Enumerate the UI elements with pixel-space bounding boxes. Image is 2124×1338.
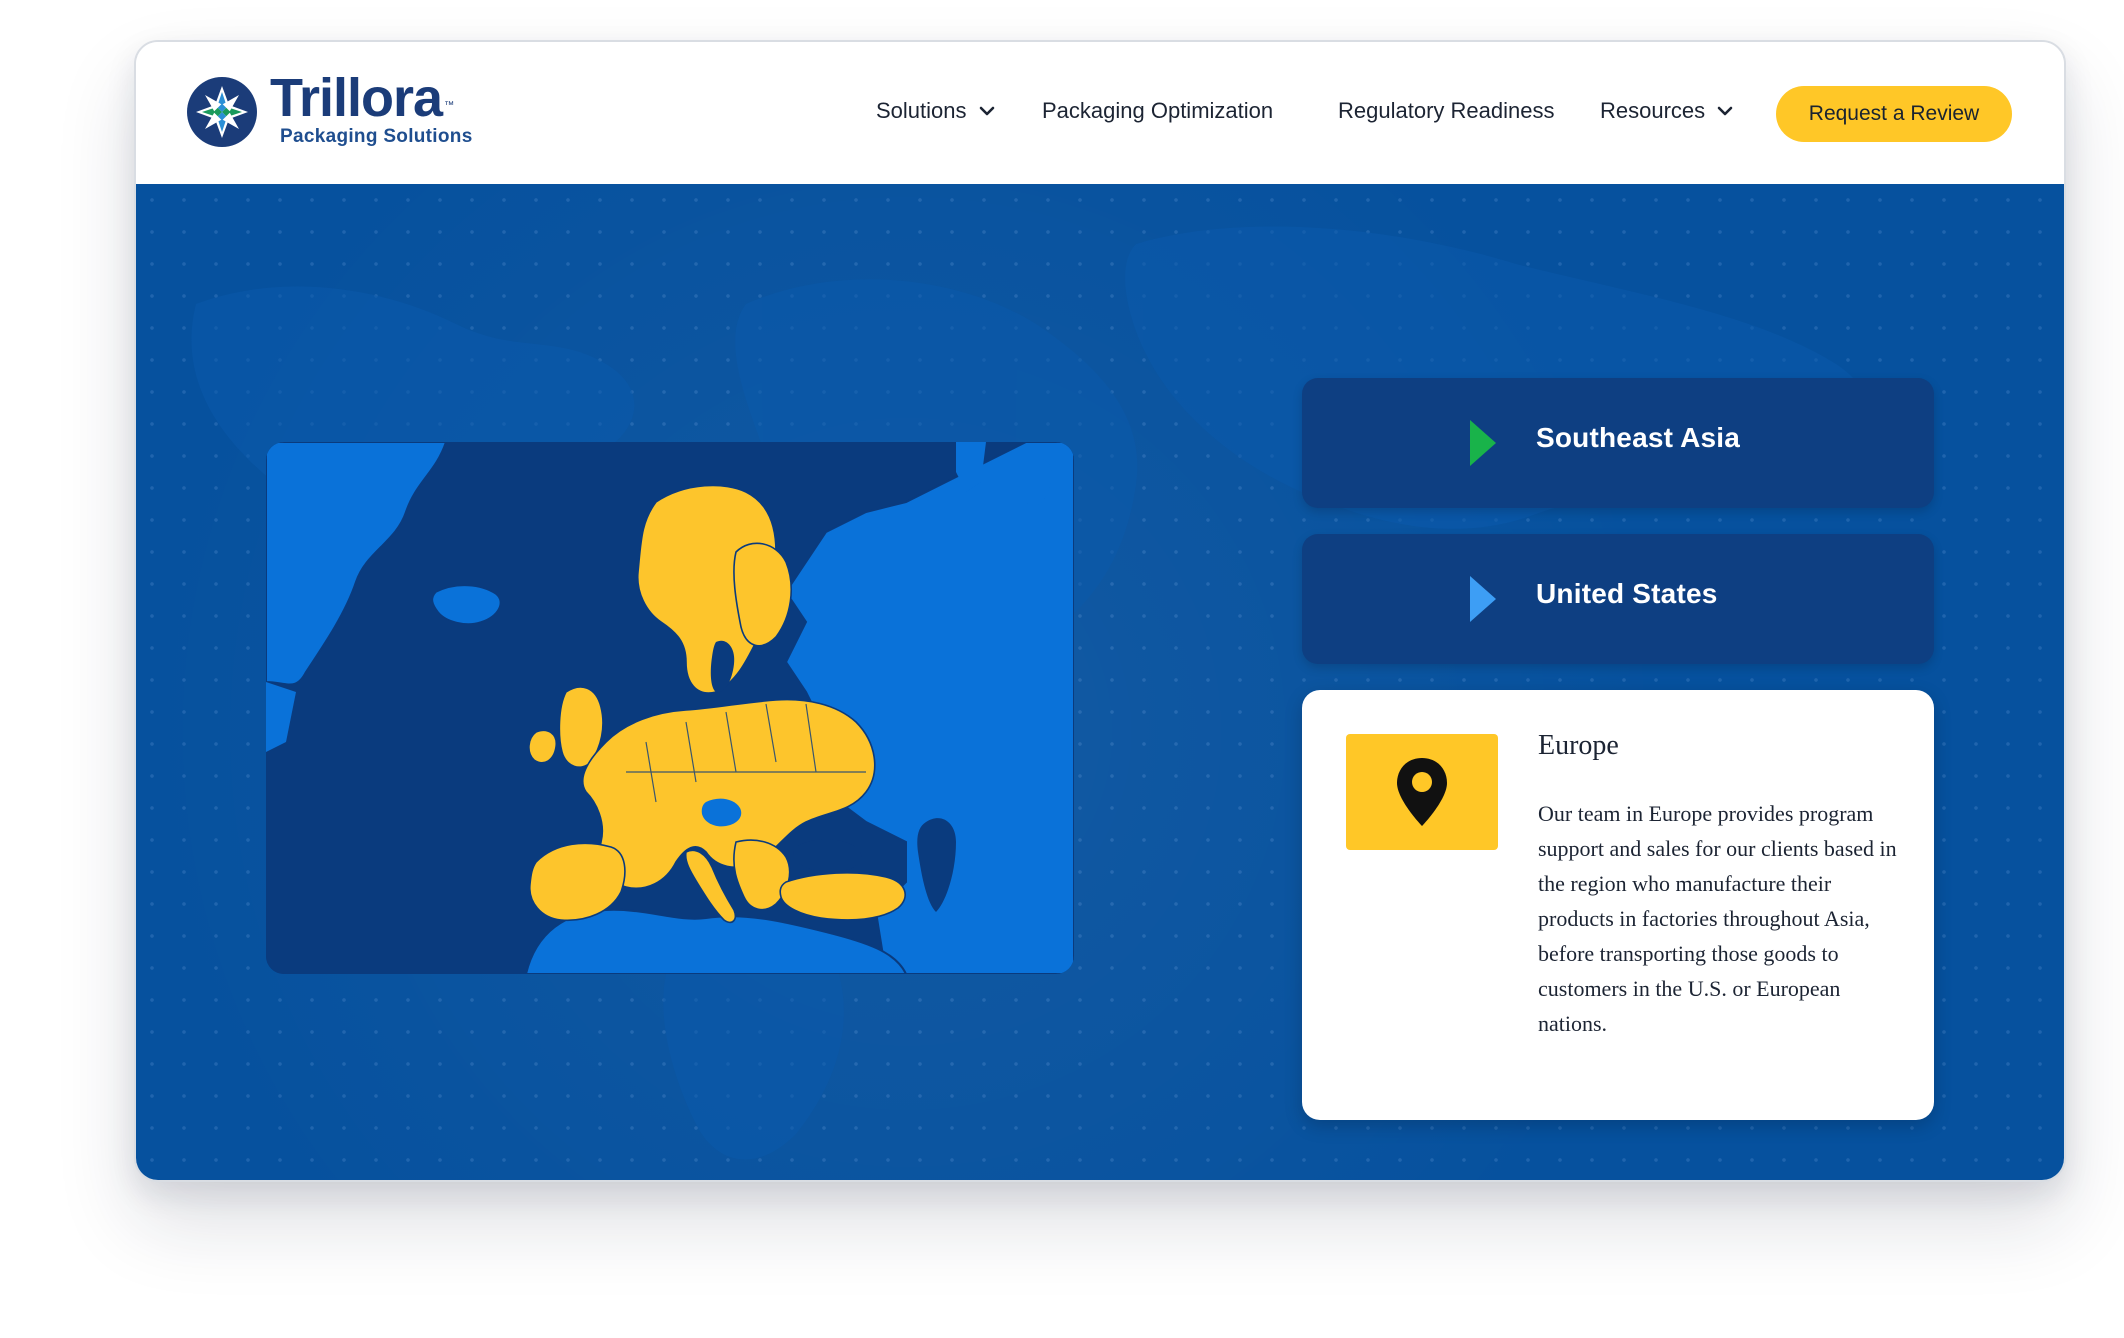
nav-solutions-label: Solutions — [876, 98, 967, 123]
chevron-down-icon — [979, 106, 994, 116]
region-tab-label: Southeast Asia — [1536, 422, 1741, 453]
star-logo-icon — [187, 77, 257, 147]
region-description: Our team in Europe provides program supp… — [1538, 801, 1897, 1036]
browser-window: Trillora ™ Packaging Solutions Solutions … — [134, 40, 2066, 1182]
chevron-down-icon — [1717, 106, 1733, 116]
brand-name: Trillora ™ — [270, 68, 455, 128]
region-card-europe: Europe Our team in Europe provides progr… — [1302, 690, 1934, 1120]
region-tab-united-states[interactable]: United States — [1302, 534, 1934, 664]
page-stage: Trillora ™ Packaging Solutions Solutions … — [0, 0, 2124, 1338]
brand-tagline: Packaging Solutions — [280, 126, 473, 147]
nav-resources-label: Resources — [1600, 98, 1706, 123]
triangle-right-icon — [1470, 420, 1496, 466]
brand-logo[interactable]: Trillora ™ Packaging Solutions — [186, 68, 486, 152]
region-tab-southeast-asia[interactable]: Southeast Asia — [1302, 378, 1934, 508]
regions-section: Southeast Asia United States Europe Our … — [136, 184, 2064, 1180]
map-pin-icon — [1397, 758, 1447, 826]
request-review-button[interactable]: Request a Review — [1776, 86, 2012, 142]
nav-packaging-label: Packaging Optimization — [1042, 98, 1274, 123]
europe-map-graphic — [266, 442, 1074, 974]
region-tab-label: United States — [1536, 578, 1718, 609]
location-icon-box — [1346, 734, 1498, 850]
nav-resources[interactable]: Resources — [1600, 98, 1735, 124]
europe-map[interactable] — [266, 442, 1074, 974]
nav-regulatory-label: Regulatory Readiness — [1338, 98, 1555, 123]
nav-regulatory-readiness[interactable]: Regulatory Readiness — [1338, 98, 1554, 124]
site-header: Trillora ™ Packaging Solutions Solutions … — [136, 42, 2064, 184]
region-title: Europe — [1538, 730, 1619, 761]
triangle-right-icon — [1470, 576, 1496, 622]
nav-packaging-optimization[interactable]: Packaging Optimization — [1042, 98, 1273, 124]
nav-solutions[interactable]: Solutions — [876, 98, 997, 124]
